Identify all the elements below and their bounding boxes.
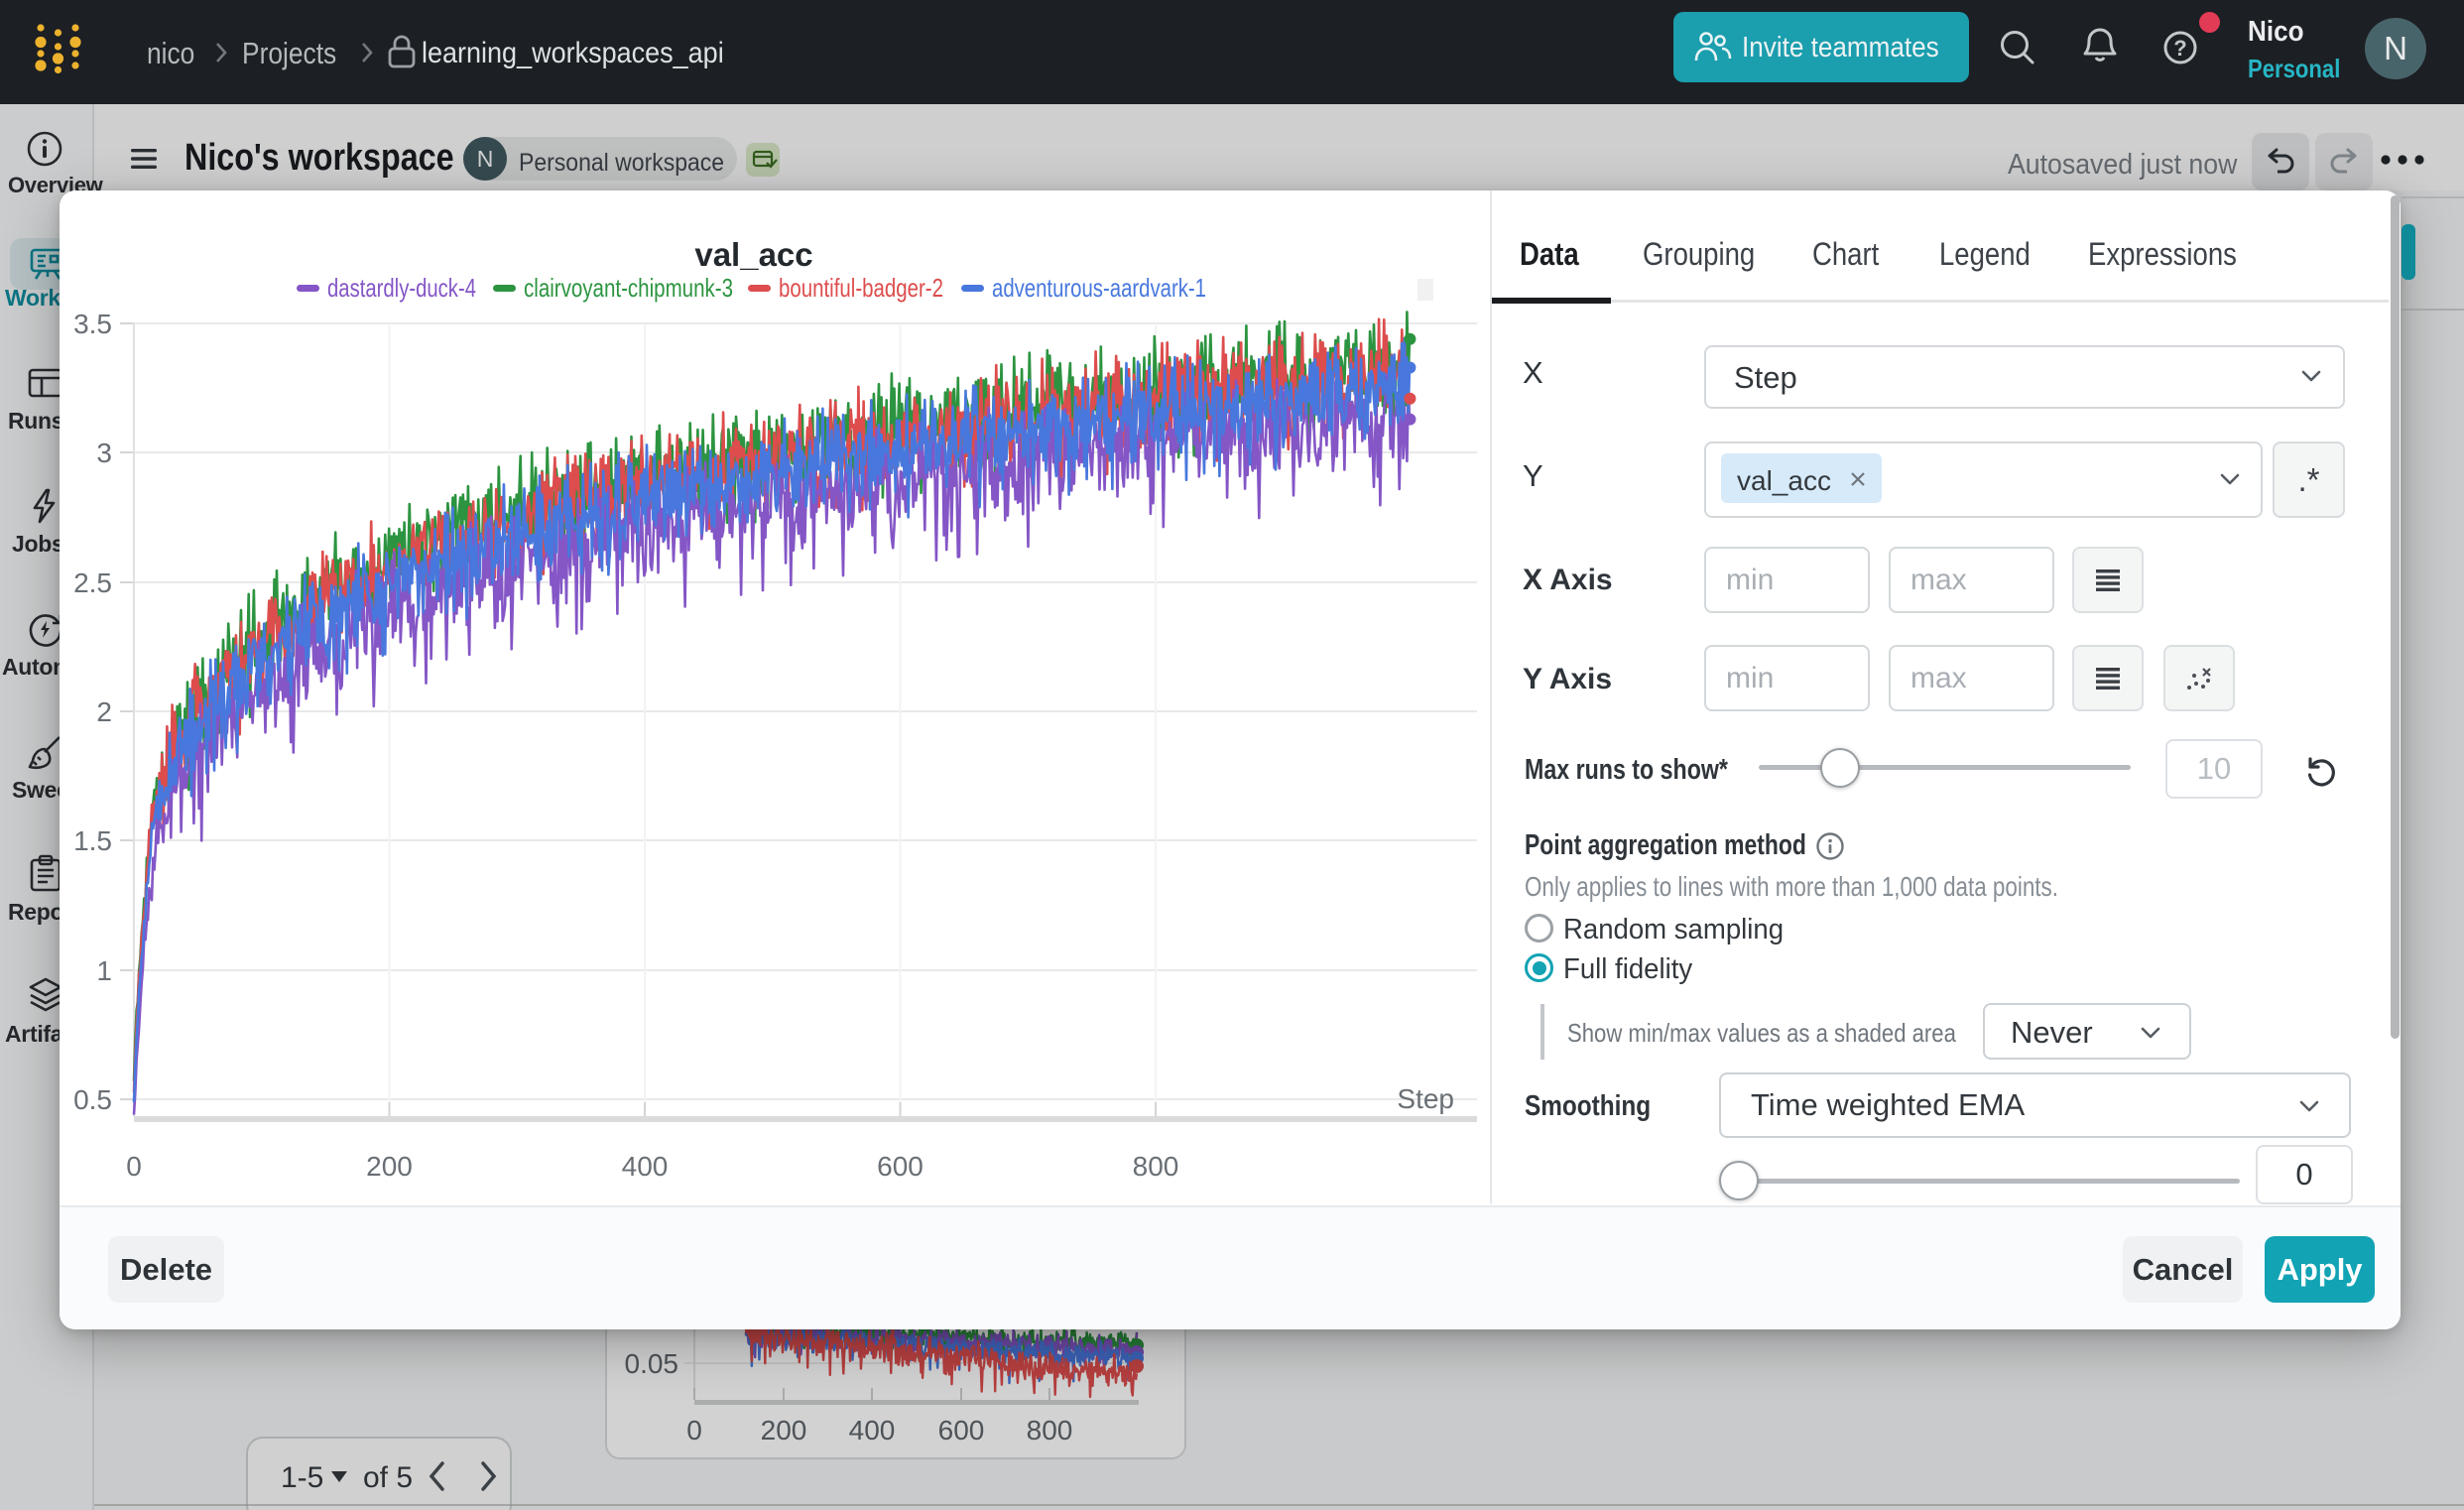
svg-text:0: 0 (126, 1151, 142, 1182)
svg-text:0.5: 0.5 (73, 1084, 112, 1115)
svg-text:1.5: 1.5 (73, 825, 112, 856)
svg-text:dastardly-duck-4: dastardly-duck-4 (327, 273, 476, 303)
svg-text:bountiful-badger-2: bountiful-badger-2 (779, 273, 943, 303)
svg-text:val_acc: val_acc (694, 236, 812, 273)
svg-text:800: 800 (1133, 1151, 1179, 1182)
svg-text:2: 2 (96, 696, 112, 727)
svg-text:600: 600 (877, 1151, 924, 1182)
svg-text:1: 1 (96, 955, 112, 986)
svg-text:adventurous-aardvark-1: adventurous-aardvark-1 (992, 273, 1206, 303)
svg-text:400: 400 (622, 1151, 669, 1182)
svg-text:3.5: 3.5 (73, 309, 112, 339)
svg-text:clairvoyant-chipmunk-3: clairvoyant-chipmunk-3 (524, 273, 733, 303)
svg-text:?: ? (2173, 36, 2186, 61)
svg-text:Step: Step (1397, 1083, 1454, 1114)
svg-text:3: 3 (96, 438, 112, 468)
svg-text:200: 200 (366, 1151, 413, 1182)
svg-text:2.5: 2.5 (73, 567, 112, 598)
